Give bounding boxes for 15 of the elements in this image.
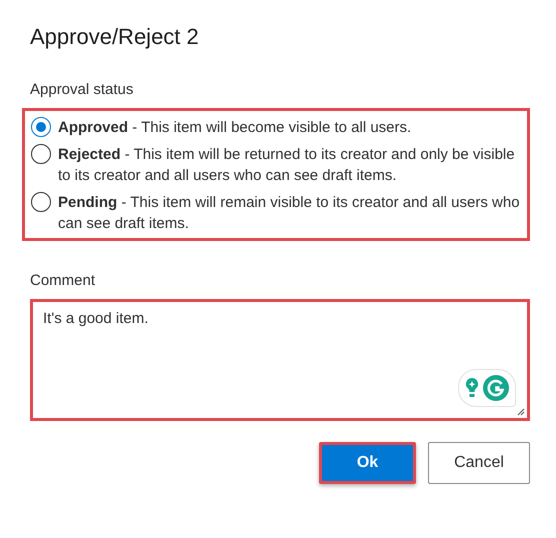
comment-field[interactable]: It's a good item. [30, 299, 530, 421]
radio-button[interactable] [31, 117, 51, 137]
radio-button[interactable] [31, 192, 51, 212]
option-label: Rejected - This item will be returned to its creator and only be visible to its creator and all users who can see draft items. [58, 145, 516, 186]
option-label: Pending - This item will remain visible to its creator and all users who can see draft items. [58, 193, 521, 234]
ok-button[interactable]: Ok [319, 442, 416, 484]
cancel-button[interactable]: Cancel [428, 442, 530, 484]
section-label: Approval status [30, 80, 134, 100]
lightbulb-icon [465, 377, 479, 399]
field-label: Comment [30, 271, 96, 291]
resize-grip-icon[interactable] [517, 408, 525, 416]
dialog-title: Approve/Reject 2 [30, 23, 200, 51]
option-label: Approved - This item will become visible to all users. [58, 118, 412, 138]
g-logo-icon [483, 375, 509, 401]
radio-button[interactable] [31, 144, 51, 164]
